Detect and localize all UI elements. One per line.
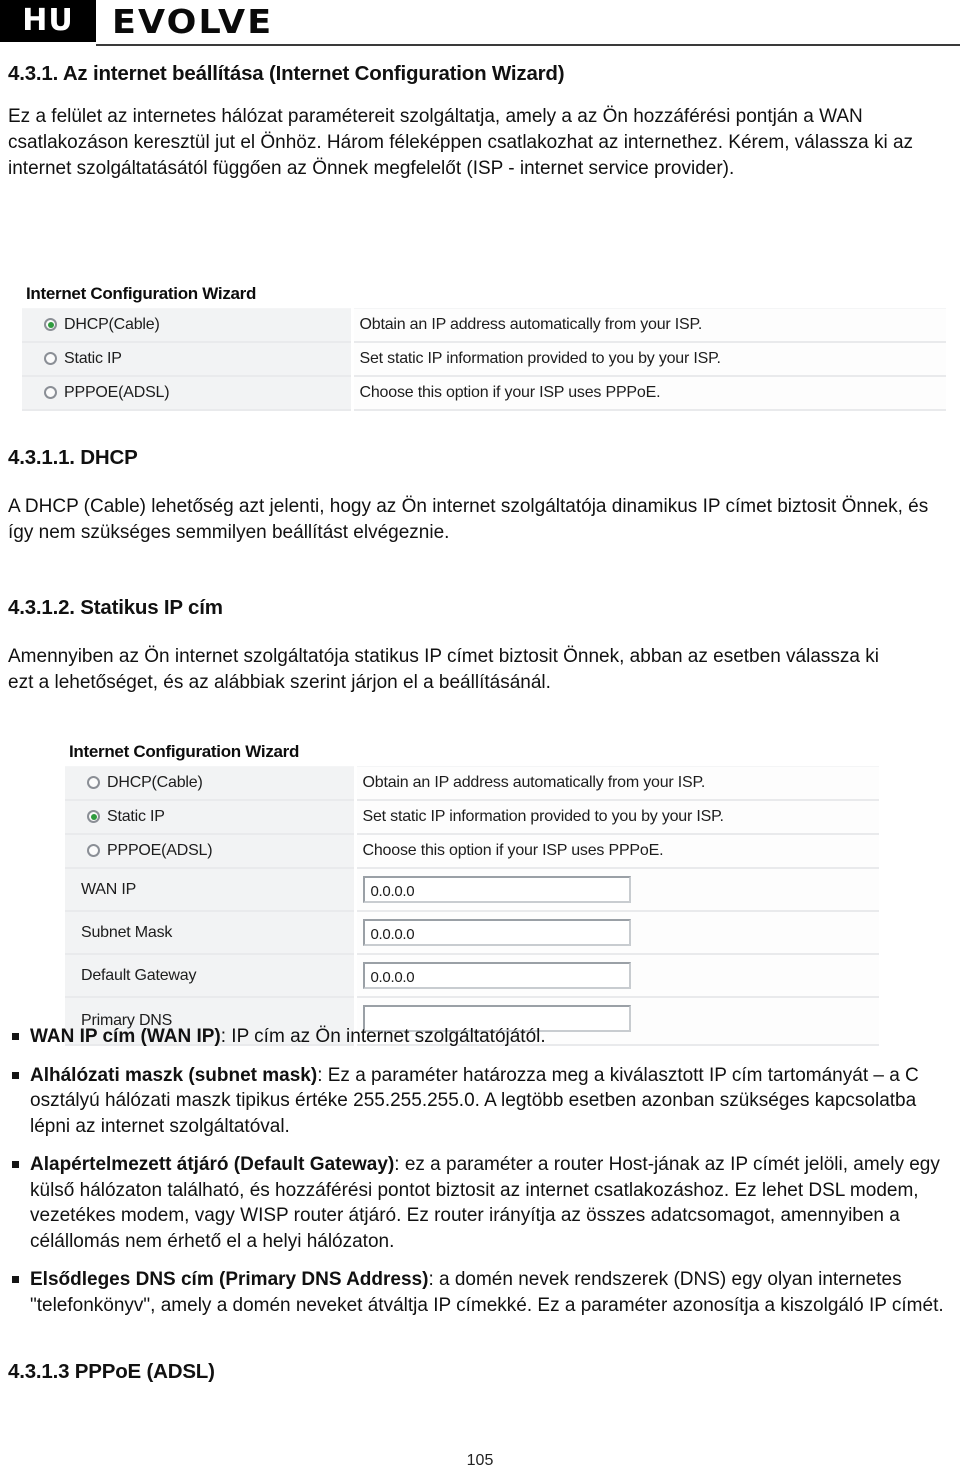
option-description: Set static IP information provided to yo… <box>352 341 946 377</box>
option-description: Obtain an IP address automatically from … <box>352 308 946 343</box>
option-pppoe-adsl[interactable]: PPPOE(ADSL) <box>65 833 357 869</box>
paragraph-static-ip: Amennyiben az Ön internet szolgáltatója … <box>8 646 879 693</box>
page-title: 4.3.1. Az internet beállítása (Internet … <box>8 62 565 85</box>
default-gateway-input[interactable]: 0.0.0.0 <box>362 962 631 989</box>
option-label: DHCP(Cable) <box>107 774 203 791</box>
table-row[interactable]: DHCP(Cable) Obtain an IP address automat… <box>22 308 946 343</box>
option-label: PPPOE(ADSL) <box>64 384 170 401</box>
radio-pppoe-adsl-icon[interactable] <box>44 386 57 399</box>
brand-logo-evolve: EVOLVE <box>112 2 274 41</box>
square-bullet-icon <box>12 1276 19 1283</box>
field-label-default-gateway: Default Gateway <box>65 953 357 998</box>
list-item: WAN IP cím (WAN IP): IP cím az Ön intern… <box>8 1024 952 1050</box>
heading-pppoe: 4.3.1.3 PPPoE (ADSL) <box>8 1360 215 1383</box>
table-row: Subnet Mask 0.0.0.0 <box>65 910 879 955</box>
subnet-mask-input[interactable]: 0.0.0.0 <box>362 919 631 946</box>
table-row[interactable]: PPPOE(ADSL) Choose this option if your I… <box>22 375 946 411</box>
field-cell-default-gateway: 0.0.0.0 <box>355 953 879 998</box>
radio-dhcp-cable-icon[interactable] <box>87 776 100 789</box>
heading-dhcp: 4.3.1.1. DHCP <box>8 446 138 469</box>
option-description: Choose this option if your ISP uses PPPo… <box>352 375 946 411</box>
square-bullet-icon <box>12 1161 19 1168</box>
wan-ip-input[interactable]: 0.0.0.0 <box>362 876 631 903</box>
option-static-ip[interactable]: Static IP <box>65 799 357 835</box>
parameter-definition-list: WAN IP cím (WAN IP): IP cím az Ön intern… <box>8 1024 952 1331</box>
field-label-wan-ip: WAN IP <box>65 867 357 912</box>
field-label-subnet-mask: Subnet Mask <box>65 910 357 955</box>
radio-dhcp-cable-icon[interactable] <box>44 318 57 331</box>
option-pppoe-adsl[interactable]: PPPOE(ADSL) <box>22 375 354 411</box>
option-label: PPPOE(ADSL) <box>107 842 213 859</box>
term-label: Alapértelmezett átjáró (Default Gateway) <box>30 1154 395 1175</box>
page-header: HU EVOLVE <box>0 0 960 46</box>
square-bullet-icon <box>12 1071 19 1079</box>
option-description: Choose this option if your ISP uses PPPo… <box>355 833 879 869</box>
language-badge-label: HU <box>22 3 74 38</box>
square-bullet-icon <box>12 1033 19 1040</box>
table-row[interactable]: Static IP Set static IP information prov… <box>22 341 946 377</box>
list-item: Alapértelmezett átjáró (Default Gateway)… <box>8 1152 952 1254</box>
option-dhcp-cable[interactable]: DHCP(Cable) <box>22 308 354 343</box>
table-row[interactable]: DHCP(Cable) Obtain an IP address automat… <box>65 766 879 801</box>
table-row: WAN IP 0.0.0.0 <box>65 867 879 912</box>
table-row[interactable]: PPPOE(ADSL) Choose this option if your I… <box>65 833 879 869</box>
screenshot-wizard-dhcp: Internet Configuration Wizard DHCP(Cable… <box>22 284 946 411</box>
heading-static-ip: 4.3.1.2. Statikus IP cím <box>8 596 223 619</box>
option-label: Static IP <box>107 808 165 825</box>
wizard-option-table: DHCP(Cable) Obtain an IP address automat… <box>65 766 879 1046</box>
term-label: Alhálózati maszk (subnet mask) <box>30 1064 318 1086</box>
term-label: WAN IP cím (WAN IP) <box>30 1026 221 1047</box>
page-number: 105 <box>466 1452 494 1469</box>
option-static-ip[interactable]: Static IP <box>22 341 354 377</box>
header-divider <box>96 44 960 46</box>
option-description: Set static IP information provided to yo… <box>355 799 879 835</box>
radio-static-ip-icon[interactable] <box>87 810 100 823</box>
radio-pppoe-adsl-icon[interactable] <box>87 844 100 857</box>
term-description: : IP cím az Ön internet szolgáltatójától… <box>220 1026 546 1047</box>
table-row[interactable]: Static IP Set static IP information prov… <box>65 799 879 835</box>
term-label: Elsődleges DNS cím (Primary DNS Address) <box>30 1269 429 1290</box>
table-row: Default Gateway 0.0.0.0 <box>65 953 879 998</box>
option-description: Obtain an IP address automatically from … <box>355 766 879 801</box>
wizard-title: Internet Configuration Wizard <box>69 742 300 761</box>
screenshot-wizard-static-ip: Internet Configuration Wizard DHCP(Cable… <box>65 742 879 1046</box>
field-cell-wan-ip: 0.0.0.0 <box>355 867 879 912</box>
option-label: DHCP(Cable) <box>64 316 160 333</box>
wizard-option-table: DHCP(Cable) Obtain an IP address automat… <box>22 308 946 411</box>
paragraph-dhcp: A DHCP (Cable) lehetőség azt jelenti, ho… <box>8 496 929 543</box>
intro-paragraph: Ez a felület az internetes hálózat param… <box>8 106 914 179</box>
list-item: Alhálózati maszk (subnet mask): Ez a par… <box>8 1063 952 1140</box>
option-label: Static IP <box>64 350 122 367</box>
list-item: Elsődleges DNS cím (Primary DNS Address)… <box>8 1267 952 1318</box>
wizard-title: Internet Configuration Wizard <box>26 284 257 303</box>
option-dhcp-cable[interactable]: DHCP(Cable) <box>65 766 357 801</box>
field-cell-subnet-mask: 0.0.0.0 <box>355 910 879 955</box>
radio-static-ip-icon[interactable] <box>44 352 57 365</box>
